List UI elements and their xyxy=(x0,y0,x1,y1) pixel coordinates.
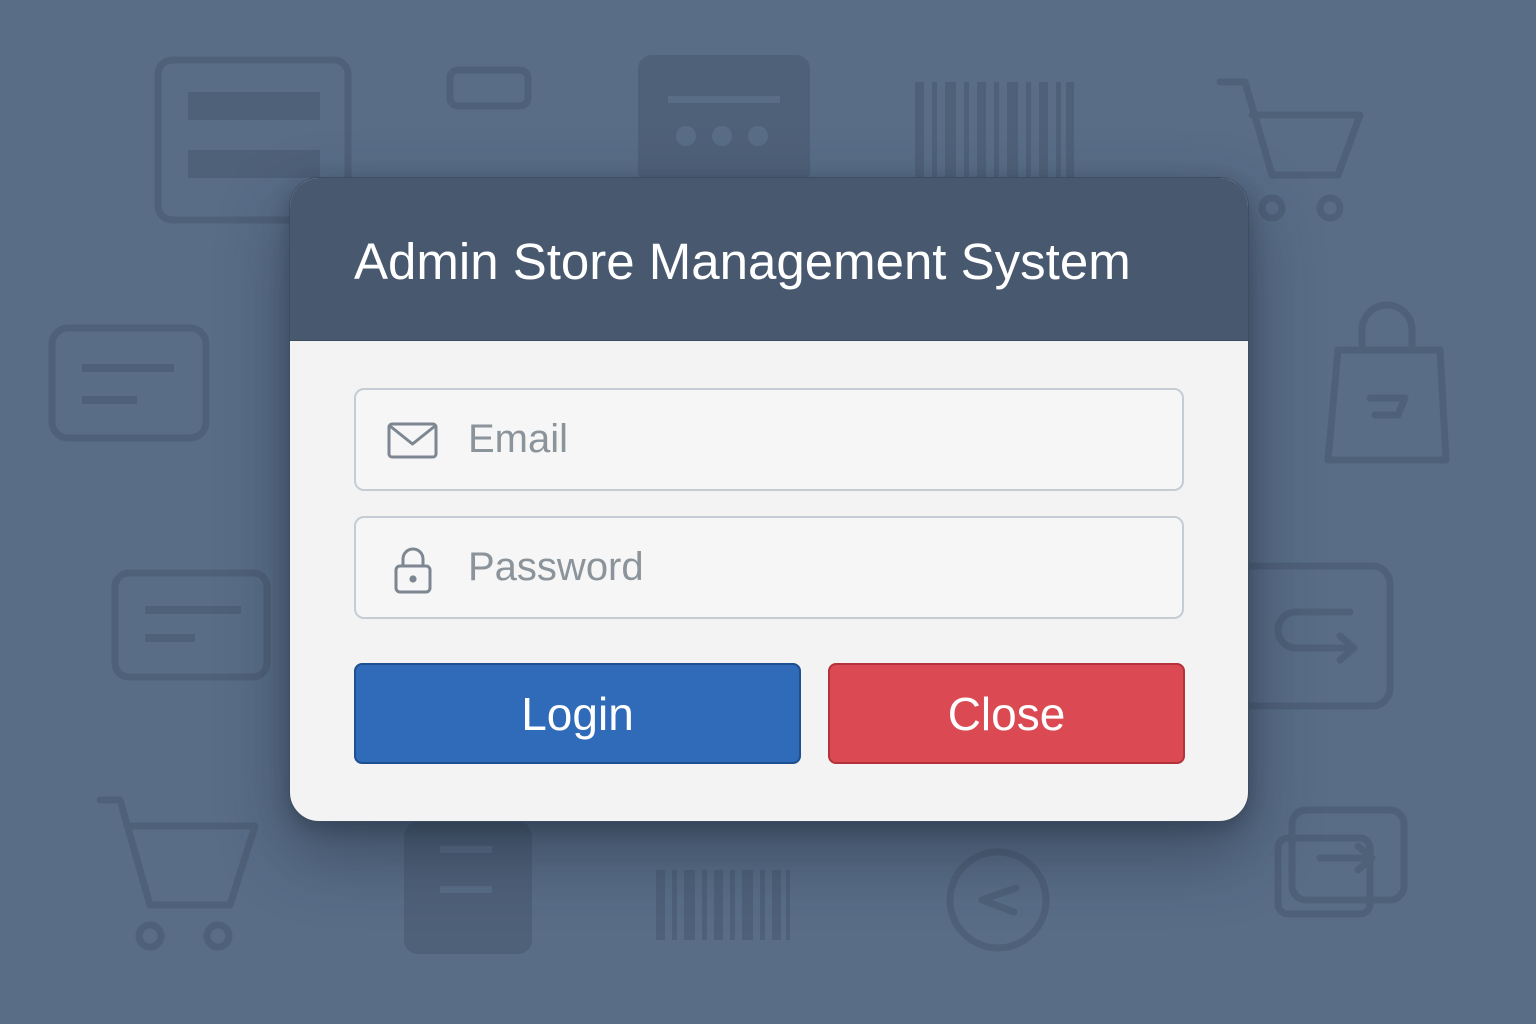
close-button[interactable]: Close xyxy=(828,663,1185,764)
password-input[interactable] xyxy=(468,518,1158,617)
receipt-icon xyxy=(638,55,810,185)
return-icon xyxy=(1226,562,1394,710)
login-dialog: Admin Store Management System Login Clos… xyxy=(289,177,1249,822)
shopping-cart-icon xyxy=(96,796,259,951)
clock-icon xyxy=(946,848,1050,952)
barcode-icon xyxy=(656,870,790,940)
dialog-header: Admin Store Management System xyxy=(290,178,1248,341)
card-icon xyxy=(48,324,210,442)
barcode-icon xyxy=(915,82,1074,177)
email-field[interactable] xyxy=(354,388,1184,491)
wallet-icon xyxy=(1274,806,1408,918)
login-button[interactable]: Login xyxy=(354,663,801,764)
dialog-title: Admin Store Management System xyxy=(354,233,1131,290)
envelope-icon xyxy=(386,416,440,466)
phone-icon xyxy=(404,822,532,954)
email-input[interactable] xyxy=(468,390,1158,489)
card-icon xyxy=(446,66,532,110)
lock-icon xyxy=(386,544,440,594)
password-field[interactable] xyxy=(354,516,1184,619)
shopping-bag-icon xyxy=(1324,301,1450,464)
card-icon xyxy=(111,569,271,681)
